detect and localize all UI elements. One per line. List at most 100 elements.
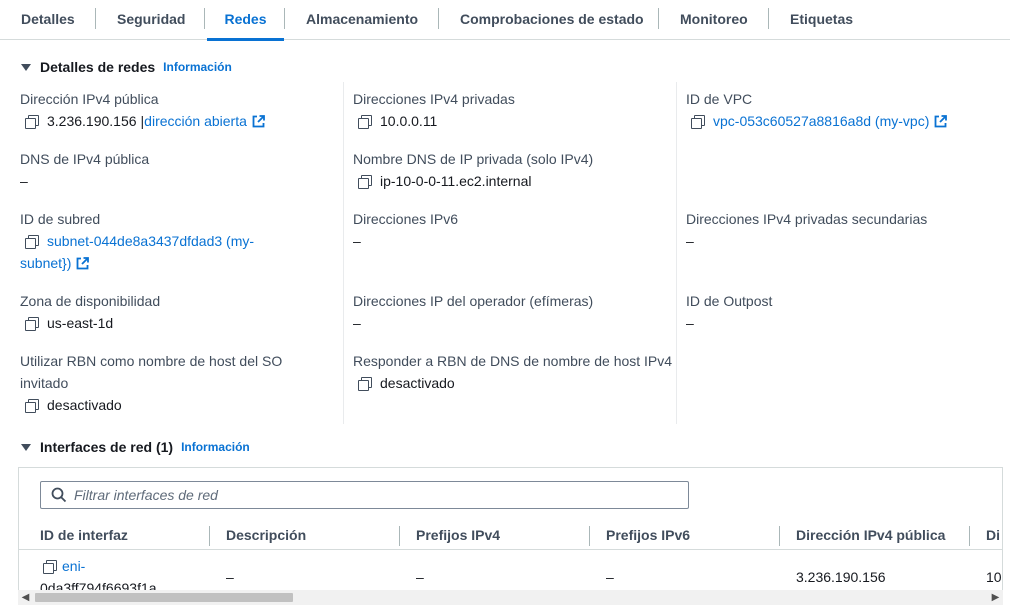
secondary-ipv4-label: Direcciones IPv4 privadas secundarias — [686, 211, 928, 227]
info-link[interactable]: Información — [181, 440, 250, 454]
tab-storage[interactable]: Almacenamiento — [306, 0, 418, 40]
copy-icon[interactable] — [358, 175, 372, 189]
network-interfaces-header[interactable]: Interfaces de red (1) Información — [21, 437, 250, 457]
rbn-hostname-label: Utilizar RBN como nombre de host del SO — [20, 353, 283, 369]
tab-monitoring[interactable]: Monitoreo — [680, 0, 748, 40]
filter-input[interactable] — [74, 487, 634, 503]
vpc-id-link[interactable]: vpc-053c60527a8816a8d (my-vpc) — [713, 110, 948, 132]
caret-down-icon — [21, 443, 31, 451]
public-dns-label: DNS de IPv4 pública — [20, 151, 150, 167]
column-resizer[interactable] — [969, 526, 970, 546]
public-dns-value: – — [20, 173, 28, 189]
tab-security[interactable]: Seguridad — [117, 0, 185, 40]
tab-separator — [438, 8, 439, 29]
secondary-ipv4-field: Direcciones IPv4 privadas secundarias – — [686, 208, 927, 252]
rbn-hostname-field: Utilizar RBN como nombre de host del SO … — [20, 350, 330, 416]
vpc-id-label: ID de VPC — [686, 91, 753, 107]
subnet-id-link[interactable]: subnet-044de8a3437dfdad3 (my- — [47, 230, 254, 252]
az-value: us-east-1d — [47, 315, 114, 331]
rbn-hostname-label-cont: invitado — [20, 375, 69, 391]
private-dns-label: Nombre DNS de IP privada (solo IPv4) — [353, 151, 594, 167]
copy-icon[interactable] — [25, 317, 39, 331]
tab-details[interactable]: Detalles — [21, 0, 75, 40]
ipv4-prefixes-cell: – — [416, 569, 424, 585]
column-header-next[interactable]: Di — [986, 520, 1000, 550]
private-ipv4-value: 10.0.0.11 — [380, 113, 438, 129]
tab-networking[interactable]: Redes — [207, 0, 284, 41]
public-ipv4-value: 3.236.190.156 — [47, 113, 137, 129]
private-dns-value: ip-10-0-0-11.ec2.internal — [380, 173, 532, 189]
column-header-ipv6-prefixes[interactable]: Prefijos IPv6 — [606, 520, 690, 550]
scrollbar-thumb[interactable] — [35, 593, 293, 602]
secondary-ipv4-value: – — [686, 233, 694, 249]
tab-separator — [768, 8, 769, 29]
subnet-id-link-cont[interactable]: subnet}) — [20, 252, 90, 274]
column-resizer[interactable] — [209, 526, 210, 546]
search-icon — [51, 487, 67, 503]
private-ipv4-field: Direcciones IPv4 privadas 10.0.0.11 — [353, 88, 515, 132]
vpc-id-field: ID de VPC vpc-053c60527a8816a8d (my-vpc) — [686, 88, 948, 132]
next-column-cell: 10 — [986, 569, 1002, 585]
public-dns-field: DNS de IPv4 pública – — [20, 148, 149, 192]
column-resizer[interactable] — [779, 526, 780, 546]
table-header: ID de interfaz Descripción Prefijos IPv4… — [19, 520, 1002, 550]
copy-icon[interactable] — [25, 399, 39, 413]
horizontal-scrollbar[interactable]: ◀ ▶ — [18, 590, 1003, 605]
column-header-interface-id[interactable]: ID de interfaz — [40, 520, 128, 550]
interface-id-link[interactable]: eni- — [62, 555, 85, 577]
interface-id-cell: eni- — [40, 555, 85, 577]
network-details-header[interactable]: Detalles de redes Información — [21, 57, 232, 77]
network-interfaces-title: Interfaces de red (1) — [40, 439, 174, 455]
rbn-dns-field: Responder a RBN de DNS de nombre de host… — [353, 350, 672, 394]
copy-icon[interactable] — [25, 235, 39, 249]
network-interfaces-table: ID de interfaz Descripción Prefijos IPv4… — [18, 467, 1003, 605]
ipv6-field: Direcciones IPv6 – — [353, 208, 458, 252]
scroll-right-icon[interactable]: ▶ — [988, 590, 1003, 605]
rbn-hostname-value: desactivado — [47, 397, 122, 413]
public-ipv4-field: Dirección IPv4 pública 3.236.190.156 | d… — [20, 88, 265, 132]
copy-icon[interactable] — [43, 560, 57, 574]
external-link-icon — [934, 112, 948, 128]
description-cell: – — [226, 569, 234, 585]
caret-down-icon — [21, 63, 31, 71]
carrier-ip-label: Direcciones IP del operador (efímeras) — [353, 293, 594, 309]
az-field: Zona de disponibilidad us-east-1d — [20, 290, 160, 334]
tab-status-checks[interactable]: Comprobaciones de estado — [460, 0, 644, 40]
external-link-icon — [252, 112, 265, 128]
carrier-ip-value: – — [353, 315, 361, 331]
tab-tags[interactable]: Etiquetas — [790, 0, 853, 40]
public-ipv4-label: Dirección IPv4 pública — [20, 91, 159, 107]
filter-box[interactable] — [40, 481, 689, 509]
rbn-dns-label: Responder a RBN de DNS de nombre de host… — [353, 353, 673, 369]
tab-separator — [95, 8, 96, 29]
copy-icon[interactable] — [358, 115, 372, 129]
copy-icon[interactable] — [358, 377, 372, 391]
carrier-ip-field: Direcciones IP del operador (efímeras) – — [353, 290, 593, 334]
column-header-public-ipv4[interactable]: Dirección IPv4 pública — [796, 520, 945, 550]
column-header-ipv4-prefixes[interactable]: Prefijos IPv4 — [416, 520, 500, 550]
info-link[interactable]: Información — [163, 60, 232, 74]
private-ipv4-label: Direcciones IPv4 privadas — [353, 91, 515, 107]
column-divider — [343, 82, 344, 424]
copy-icon[interactable] — [25, 115, 39, 129]
column-divider — [676, 82, 677, 424]
tab-separator — [204, 8, 205, 29]
tab-separator — [284, 8, 285, 29]
external-link-icon — [76, 254, 90, 270]
column-header-description[interactable]: Descripción — [226, 520, 306, 550]
scroll-left-icon[interactable]: ◀ — [18, 590, 33, 605]
column-resizer[interactable] — [589, 526, 590, 546]
outpost-id-value: – — [686, 315, 694, 331]
az-label: Zona de disponibilidad — [20, 293, 161, 309]
ipv6-value: – — [353, 233, 361, 249]
rbn-dns-value: desactivado — [380, 375, 455, 391]
open-address-link[interactable]: dirección abierta — [144, 110, 265, 132]
ipv6-prefixes-cell: – — [606, 569, 614, 585]
public-ipv4-cell: 3.236.190.156 — [796, 569, 886, 585]
column-resizer[interactable] — [399, 526, 400, 546]
tab-separator — [658, 8, 659, 29]
copy-icon[interactable] — [691, 115, 705, 129]
tab-bar: Detalles Seguridad Redes Almacenamiento … — [0, 0, 1010, 41]
outpost-id-field: ID de Outpost – — [686, 290, 772, 334]
subnet-id-label: ID de subred — [20, 211, 101, 227]
